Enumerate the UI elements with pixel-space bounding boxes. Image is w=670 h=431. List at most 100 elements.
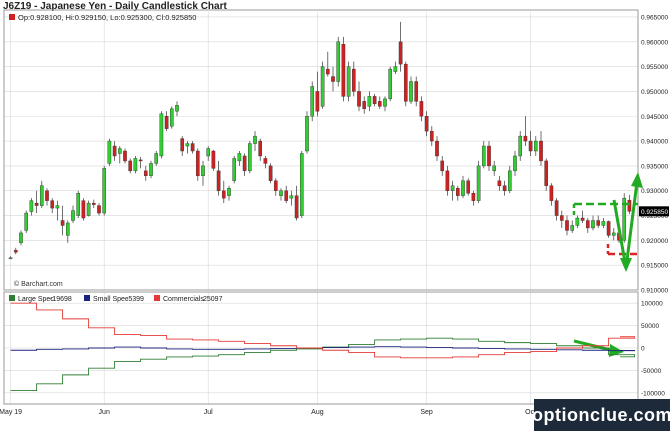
cot-tick-label: 50000 — [641, 323, 659, 330]
candle-body — [476, 165, 481, 201]
candle — [528, 131, 533, 156]
candle-body — [123, 150, 127, 162]
candle — [242, 153, 247, 176]
candle — [320, 61, 325, 109]
candle-body — [50, 200, 55, 209]
candle-body — [299, 153, 304, 216]
candle — [611, 227, 616, 241]
candle — [466, 178, 471, 196]
candle-body — [97, 205, 101, 214]
candle — [596, 215, 601, 228]
candle-body — [455, 188, 460, 196]
cot-axis: 100000 50000 0 -50000 -100000 — [641, 301, 665, 398]
candle-body — [346, 66, 351, 97]
candle-body — [221, 190, 226, 199]
legend-swatch-small-spec — [84, 295, 90, 301]
candle-body — [351, 68, 356, 92]
candle — [419, 96, 424, 122]
candle — [440, 155, 445, 176]
candle — [221, 180, 226, 204]
candle-body — [13, 250, 18, 253]
candle-body — [180, 138, 185, 152]
candle-body — [393, 66, 398, 72]
candle — [268, 163, 273, 184]
candle-body — [268, 165, 273, 181]
candle — [435, 136, 439, 161]
candle — [65, 220, 70, 243]
candle-body — [112, 145, 117, 157]
candle-body — [305, 116, 309, 152]
candle-body — [591, 220, 595, 229]
candle-body — [201, 165, 205, 177]
candle — [476, 160, 481, 204]
candle — [253, 131, 257, 151]
legend-commercials-value: 25097 — [203, 296, 223, 303]
candle-body — [383, 98, 387, 107]
candle — [211, 150, 216, 171]
candle-body — [237, 153, 242, 162]
candle — [575, 215, 580, 228]
price-tick-label: 0.930000 — [641, 188, 668, 195]
legend-commercials-name: Commercials — [163, 296, 204, 303]
candle-body — [195, 150, 200, 177]
price-tick-label: 0.960000 — [641, 39, 668, 46]
candle — [559, 210, 564, 228]
candle-body — [107, 140, 112, 164]
candle-body — [580, 217, 585, 221]
candle — [112, 141, 117, 161]
candle-body — [169, 108, 174, 127]
candle — [585, 218, 590, 233]
candle — [180, 136, 185, 156]
candle-body — [554, 200, 559, 216]
candle-body — [502, 185, 507, 191]
candle — [175, 101, 179, 117]
chart-canvas: Op:0.928100, Hi:0.929150, Lo:0.925300, C… — [0, 9, 669, 416]
candle — [185, 141, 190, 154]
candle — [273, 178, 278, 196]
candle — [580, 210, 585, 223]
candle — [341, 36, 346, 102]
watermark-logo: optionclue.com — [532, 399, 670, 431]
candle — [606, 220, 611, 238]
candle — [195, 148, 200, 181]
legend-large-spec-name: Large Spec — [18, 296, 54, 303]
candle-body — [117, 148, 122, 154]
candle-body — [289, 195, 294, 199]
candle-body — [377, 101, 382, 107]
candle-body — [76, 192, 81, 216]
candle — [24, 210, 29, 233]
candle — [50, 198, 55, 214]
candle — [393, 61, 398, 75]
price-tick-label: 0.935000 — [641, 163, 668, 170]
month-label: May 19 — [0, 409, 22, 416]
legend-swatch-large-spec — [9, 295, 15, 301]
candle — [263, 155, 268, 169]
candle — [383, 96, 387, 112]
candle-body — [29, 200, 34, 212]
candle-body — [487, 145, 491, 167]
candle — [518, 131, 523, 161]
candle-body — [336, 41, 341, 82]
candle — [154, 151, 159, 166]
cot-tick-label: 0 — [641, 346, 645, 353]
candle — [289, 190, 294, 206]
candle-body — [627, 199, 632, 212]
candle — [123, 148, 127, 164]
candle — [164, 111, 169, 132]
up-arrow-head — [631, 172, 643, 188]
candle-body — [216, 170, 221, 191]
candle — [513, 151, 517, 176]
candle-body — [601, 221, 606, 226]
candle — [450, 180, 455, 201]
candle — [19, 230, 23, 246]
legend-large-spec-value: -19698 — [50, 296, 72, 303]
candle-body — [253, 135, 257, 144]
candle — [357, 81, 361, 112]
candle — [102, 165, 107, 216]
candle-body — [507, 170, 512, 191]
candle-body — [575, 217, 580, 226]
candle-body — [461, 180, 465, 196]
candle-body — [559, 215, 564, 221]
candle-body — [71, 210, 75, 221]
candle — [565, 215, 569, 236]
